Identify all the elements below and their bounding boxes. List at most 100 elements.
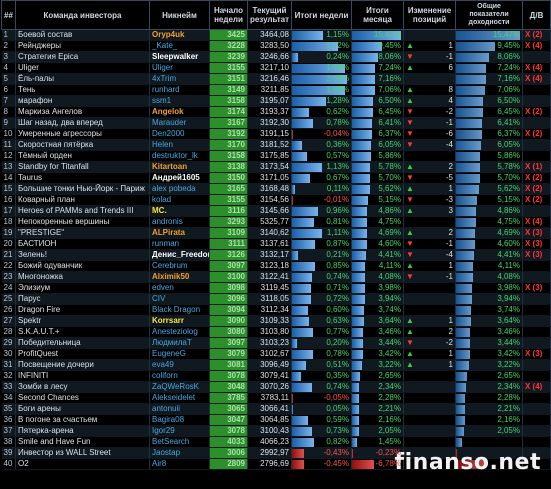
dv-cell: X (3) xyxy=(522,348,551,360)
nickname-cell[interactable]: Angelok xyxy=(149,106,210,118)
nickname-cell[interactable]: eva49 xyxy=(149,359,210,371)
table-row[interactable]: 13 Standby for Titanfall Kitartoan 3138 3173… xyxy=(1,161,551,173)
nickname-cell[interactable]: Alximik50 xyxy=(149,271,210,283)
table-row[interactable]: 22 Божий одуванчик Cerebrum 3097 3123,18 0,85… xyxy=(1,260,551,272)
nickname-cell[interactable]: ZaQWeRosK xyxy=(149,381,210,393)
nickname-cell[interactable]: Андрей1605 xyxy=(149,172,210,184)
table-row[interactable]: 14 Taurus Андрей1605 3150 3171,05 0,67% 5,70% ▼… xyxy=(1,172,551,184)
table-row[interactable]: 9 Шаг назад, два вперед Marauder 3167 3192,3… xyxy=(1,117,551,129)
week-result-value: 1,98% xyxy=(326,63,349,72)
nickname-cell[interactable]: Jaostap xyxy=(149,447,210,459)
nickname-cell[interactable]: Black Dragon xyxy=(149,304,210,316)
table-row[interactable]: 3 Стратегия Epica Sleepwalker 3239 3246,66 0,… xyxy=(1,51,551,63)
table-row[interactable]: 6 Тень runhard 3149 3211,85 1,99% 7,06% ▲ 8 7,06% xyxy=(1,84,551,96)
table-row[interactable]: 23 Многоножка Alximik50 3100 3122,41 0,74% 4,0… xyxy=(1,271,551,283)
nickname-cell[interactable]: Den2000 xyxy=(149,128,210,140)
position-change-value: -6 xyxy=(445,129,453,138)
total-return-bar xyxy=(456,328,471,337)
nickname-cell[interactable]: ALPirata xyxy=(149,227,210,239)
table-row[interactable]: 30 ProfitQuest EugeneG 3079 3102,67 0,78% 3,42… xyxy=(1,348,551,360)
table-row[interactable]: 24 Элизиум edven 3098 3119,45 0,71% 3,98% 3,98%… xyxy=(1,282,551,294)
header-num[interactable]: ## xyxy=(1,0,16,30)
table-row[interactable]: 31 Посвещение дочери eva49 3081 3096,49 0,51%… xyxy=(1,359,551,371)
nickname-cell[interactable]: destruktor_lk xyxy=(149,150,210,162)
table-row[interactable]: 36 В погоне за счастьем Bagira08 3047 3064,8… xyxy=(1,414,551,426)
table-row[interactable]: 7 марафон ssm1 3158 3195,07 1,28% 6,50% ▲ 4 6,50% xyxy=(1,95,551,107)
table-row[interactable]: 32 INFINITI coliforn 3078 3079,41 0,35% 2,65% 2… xyxy=(1,370,551,382)
table-row[interactable]: 25 Парус CIV 3096 3118,05 0,72% 3,94% 3,94% xyxy=(1,293,551,305)
nickname-cell[interactable]: runman xyxy=(149,238,210,250)
table-row[interactable]: 33 Зомби в лесу ZaQWeRosK 3048 3070,26 0,74% 2… xyxy=(1,381,551,393)
table-row[interactable]: 26 Dragon Fire Black Dragon 3094 3112,34 0,60… xyxy=(1,304,551,316)
header-week[interactable]: Итоги недели xyxy=(291,0,352,30)
nickname-cell[interactable]: Sleepwalker xyxy=(149,51,210,63)
nickname-cell[interactable]: antonuii xyxy=(149,403,210,415)
header-change[interactable]: Изменение позиций xyxy=(403,0,456,30)
table-row[interactable]: 38 Smile and Have Fun BetSearch 4033 4066,23… xyxy=(1,436,551,448)
total-return-bar xyxy=(456,339,471,348)
nickname-cell[interactable]: Air8 xyxy=(149,458,210,470)
table-row[interactable]: 11 Скоростная пятёрка Helen 3170 3181,52 0,36… xyxy=(1,139,551,151)
table-row[interactable]: 21 Зелень! Денис_Freedom 3126 3132,17 0,21% 4,… xyxy=(1,249,551,261)
table-row[interactable]: 37 Пятерка-арена Igor29 3078 3100,43 0,73% 2,0… xyxy=(1,425,551,437)
month-result-cell: 5,15% xyxy=(351,194,404,206)
nickname-cell[interactable]: andronis xyxy=(149,216,210,228)
nickname-cell[interactable]: Helen xyxy=(149,139,210,151)
nickname-cell[interactable]: _Kate_ xyxy=(149,40,210,52)
nickname-cell[interactable]: alex pobeda xyxy=(149,183,210,195)
table-row[interactable]: 29 Победительница ЛюдмилаТ 3097 3103,23 0,20%… xyxy=(1,337,551,349)
nickname-cell[interactable]: kolad xyxy=(149,194,210,206)
dv-cell: X (2) xyxy=(522,183,551,195)
week-start-cell: 3150 xyxy=(209,172,248,184)
month-result-bar xyxy=(352,383,360,392)
header-nick[interactable]: Никнейм xyxy=(149,0,210,30)
table-row[interactable]: 4 Uliger Uliger 3155 3217,10 1,98% 7,24% ▲ 6 7,24… xyxy=(1,62,551,74)
table-row[interactable]: 12 Тёмный орден destruktor_lk 3158 3175,85 0,… xyxy=(1,150,551,162)
current-result-cell: 3216,46 xyxy=(247,73,292,85)
nickname-cell[interactable]: MC. xyxy=(149,205,210,217)
table-row[interactable]: 2 Рейнджеры _Kate_ 3228 3283,50 1,72% 9,45% ▲ 1 9… xyxy=(1,40,551,52)
nickname-cell[interactable]: Oryp4uk xyxy=(149,29,210,41)
table-row[interactable]: 17 Heroes of PAMMs and Trends III MC. 3116 3… xyxy=(1,205,551,217)
table-row[interactable]: 27 Spektr Korrsarr 3090 3109,33 0,63% 3,64% ▲ 1 3… xyxy=(1,315,551,327)
table-row[interactable]: 18 Непокоренные вершины andronis 3293 5325,7… xyxy=(1,216,551,228)
nickname-cell[interactable]: EugeneG xyxy=(149,348,210,360)
nickname-cell[interactable]: BetSearch xyxy=(149,436,210,448)
header-month[interactable]: Итоги месяца xyxy=(351,0,404,30)
nickname-cell[interactable]: Kitartoan xyxy=(149,161,210,173)
nickname-cell[interactable]: Alekseidelet xyxy=(149,392,210,404)
table-row[interactable]: 15 Большие тонки Нью-Йорк - Париж alex pob… xyxy=(1,183,551,195)
nickname-cell[interactable]: Marauder xyxy=(149,117,210,129)
nickname-cell[interactable]: ЛюдмилаТ xyxy=(149,337,210,349)
header-dv[interactable]: Д/В xyxy=(522,0,551,30)
nickname-cell[interactable]: coliforn xyxy=(149,370,210,382)
nickname-cell[interactable]: 4xTrim xyxy=(149,73,210,85)
nickname-cell[interactable]: Bagira08 xyxy=(149,414,210,426)
nickname-cell[interactable]: Korrsarr xyxy=(149,315,210,327)
nickname-cell[interactable]: CIV xyxy=(149,293,210,305)
nickname-cell[interactable]: ssm1 xyxy=(149,95,210,107)
table-row[interactable]: 19 "PRESTIGE" ALPirata 3109 3140,62 1,11% 4,69… xyxy=(1,227,551,239)
nickname-cell[interactable]: Cerebrum xyxy=(149,260,210,272)
table-row[interactable]: 34 Second Chances Alekseidelet 3785 3783,11 -… xyxy=(1,392,551,404)
nickname-cell[interactable]: Uliger xyxy=(149,62,210,74)
header-team[interactable]: Команда инвестора xyxy=(15,0,150,30)
nickname-cell[interactable]: runhard xyxy=(149,84,210,96)
nickname-cell[interactable]: Igor29 xyxy=(149,425,210,437)
table-row[interactable]: 8 Маркиза Ангелов Angelok 3174 3193,37 0,62% 6… xyxy=(1,106,551,118)
position-change-cell xyxy=(403,150,456,162)
table-row[interactable]: 35 Боги арены antonuii 3065 3066,41 0,05% 2,21… xyxy=(1,403,551,415)
table-row[interactable]: 20 БАСТИОН runman 3111 3137,61 0,87% 4,60% ▼ -1 4… xyxy=(1,238,551,250)
table-row[interactable]: 1 Боевой состав Oryp4uk 3425 3464,08 1,15% 15,… xyxy=(1,29,551,41)
header-start[interactable]: Начало недели xyxy=(209,0,248,30)
nickname-cell[interactable]: Anesteziolog xyxy=(149,326,210,338)
header-total[interactable]: Общие показатели доходности xyxy=(455,0,523,30)
table-row[interactable]: 16 Коварный план kolad 3155 3154,56 -0,01% 5,1… xyxy=(1,194,551,206)
table-row[interactable]: 10 Умеренные агрессоры Den2000 3192 3191,15 -… xyxy=(1,128,551,140)
nickname-cell[interactable]: Денис_Freedom xyxy=(149,249,210,261)
header-current[interactable]: Текущий результат xyxy=(247,0,292,30)
month-result-value: -0,23% xyxy=(375,448,401,457)
nickname-cell[interactable]: edven xyxy=(149,282,210,294)
table-row[interactable]: 5 Ёль-палы 4xTrim 3151 3216,46 2,06% 7,16% 7,16… xyxy=(1,73,551,85)
table-row[interactable]: 28 S.K.A.U.T.+ Anesteziolog 3080 3103,80 0,77… xyxy=(1,326,551,338)
